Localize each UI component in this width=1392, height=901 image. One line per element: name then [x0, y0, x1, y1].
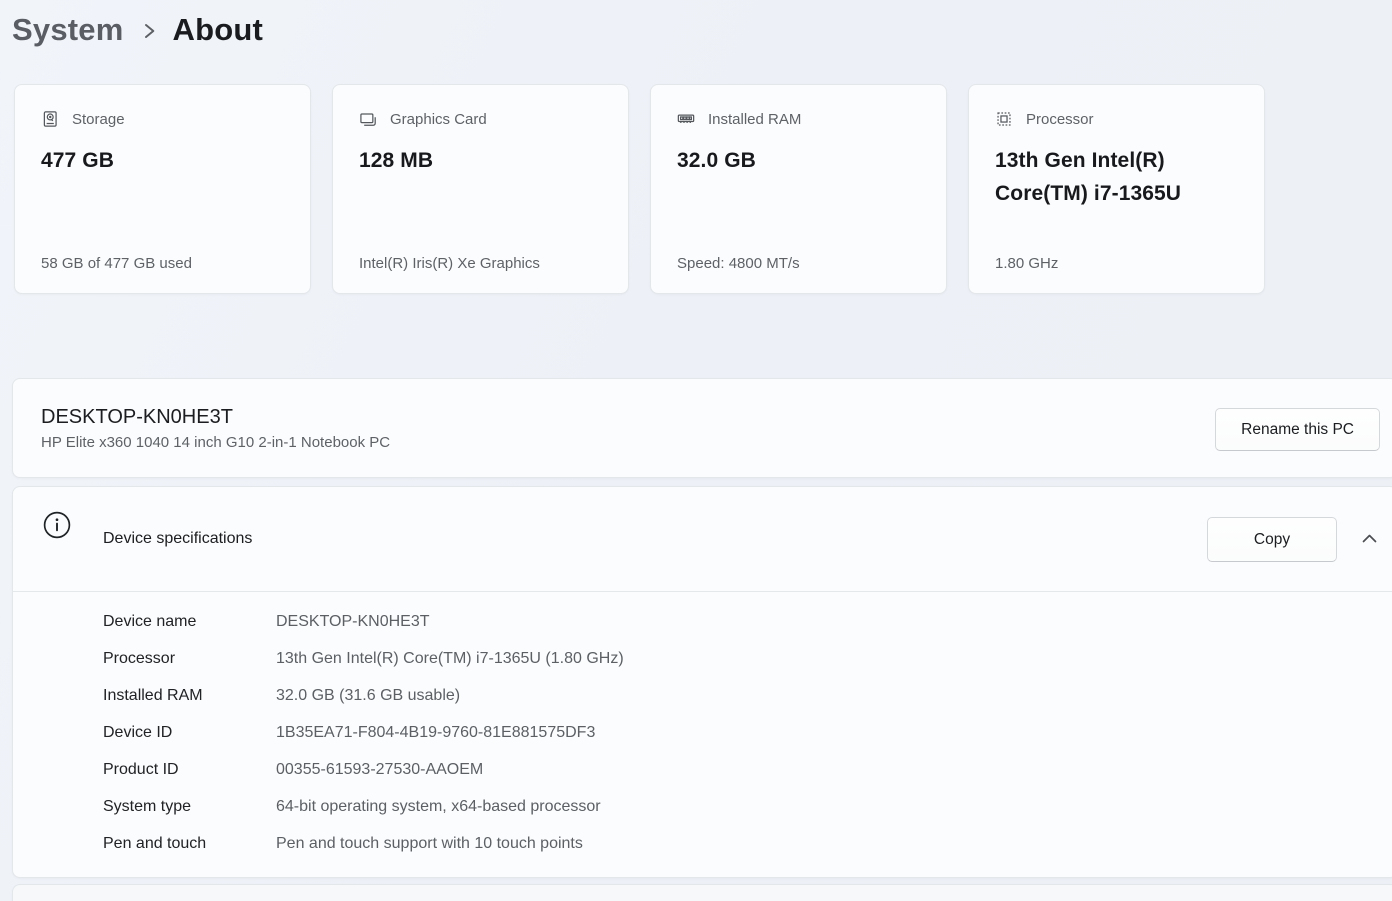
table-row: Installed RAM 32.0 GB (31.6 GB usable): [13, 677, 1392, 714]
spec-value: 64-bit operating system, x64-based proce…: [276, 797, 601, 815]
device-name-card: DESKTOP-KN0HE3T HP Elite x360 1040 14 in…: [12, 378, 1392, 478]
processor-icon: [995, 110, 1013, 128]
spec-value: 32.0 GB (31.6 GB usable): [276, 686, 461, 704]
info-icon: [43, 511, 71, 539]
spec-value: Pen and touch support with 10 touch poin…: [276, 834, 583, 852]
table-row: Device ID 1B35EA71-F804-4B19-9760-81E881…: [13, 714, 1392, 751]
ram-icon: [677, 110, 695, 128]
card-value: 128 MB: [359, 149, 434, 172]
device-specifications-expander: Device specifications Copy Device name D…: [12, 486, 1392, 878]
card-label: Installed RAM: [708, 110, 802, 128]
card-detail: 1.80 GHz: [995, 255, 1059, 272]
gpu-icon: [359, 110, 377, 128]
device-model: HP Elite x360 1040 14 inch G10 2-in-1 No…: [41, 433, 391, 451]
spec-label: Product ID: [103, 760, 179, 778]
spec-value: DESKTOP-KN0HE3T: [276, 612, 430, 630]
card-detail: Speed: 4800 MT/s: [677, 255, 800, 272]
storage-card: Storage 477 GB 58 GB of 477 GB used: [14, 84, 311, 294]
breadcrumb-system-link[interactable]: System: [12, 12, 124, 48]
spec-label: Processor: [103, 649, 176, 667]
card-detail: Intel(R) Iris(R) Xe Graphics: [359, 255, 540, 272]
device-specifications-header[interactable]: Device specifications Copy: [13, 487, 1392, 591]
spec-label: Device ID: [103, 723, 173, 741]
card-label: Processor: [1026, 110, 1094, 128]
card-label: Storage: [72, 110, 125, 128]
expander-title: Device specifications: [103, 530, 253, 547]
device-name: DESKTOP-KN0HE3T: [41, 405, 233, 428]
table-row: System type 64-bit operating system, x64…: [13, 788, 1392, 825]
card-label: Graphics Card: [390, 110, 487, 128]
card-value: 32.0 GB: [677, 149, 756, 172]
breadcrumb: System About: [12, 4, 263, 56]
chevron-up-icon[interactable]: [1361, 532, 1378, 546]
card-detail: 58 GB of 477 GB used: [41, 255, 192, 272]
copy-button[interactable]: Copy: [1207, 517, 1337, 562]
spec-label: Installed RAM: [103, 686, 203, 704]
spec-label: Device name: [103, 612, 197, 630]
storage-icon: [41, 110, 59, 128]
installed-ram-card: Installed RAM 32.0 GB Speed: 4800 MT/s: [650, 84, 947, 294]
card-value: 477 GB: [41, 149, 114, 172]
table-row: Processor 13th Gen Intel(R) Core(TM) i7-…: [13, 640, 1392, 677]
next-section-card-partial[interactable]: [12, 884, 1392, 901]
summary-cards-row: Storage 477 GB 58 GB of 477 GB used Grap…: [14, 84, 1265, 294]
chevron-right-icon: [143, 20, 156, 42]
page-title: About: [172, 12, 264, 47]
table-row: Pen and touch Pen and touch support with…: [13, 825, 1392, 862]
processor-card: Processor 13th Gen Intel(R) Core(TM) i7-…: [968, 84, 1265, 294]
spec-value: 00355-61593-27530-AAOEM: [276, 760, 484, 778]
rename-pc-button[interactable]: Rename this PC: [1215, 408, 1380, 451]
spec-label: System type: [103, 797, 192, 815]
spec-value: 13th Gen Intel(R) Core(TM) i7-1365U (1.8…: [276, 649, 624, 667]
table-row: Device name DESKTOP-KN0HE3T: [13, 603, 1392, 640]
device-specifications-table: Device name DESKTOP-KN0HE3T Processor 13…: [13, 591, 1392, 862]
spec-label: Pen and touch: [103, 834, 207, 852]
table-row: Product ID 00355-61593-27530-AAOEM: [13, 751, 1392, 788]
spec-value: 1B35EA71-F804-4B19-9760-81E881575DF3: [276, 723, 596, 741]
graphics-card-card: Graphics Card 128 MB Intel(R) Iris(R) Xe…: [332, 84, 629, 294]
card-value: 13th Gen Intel(R) Core(TM) i7-1365U: [995, 149, 1182, 206]
